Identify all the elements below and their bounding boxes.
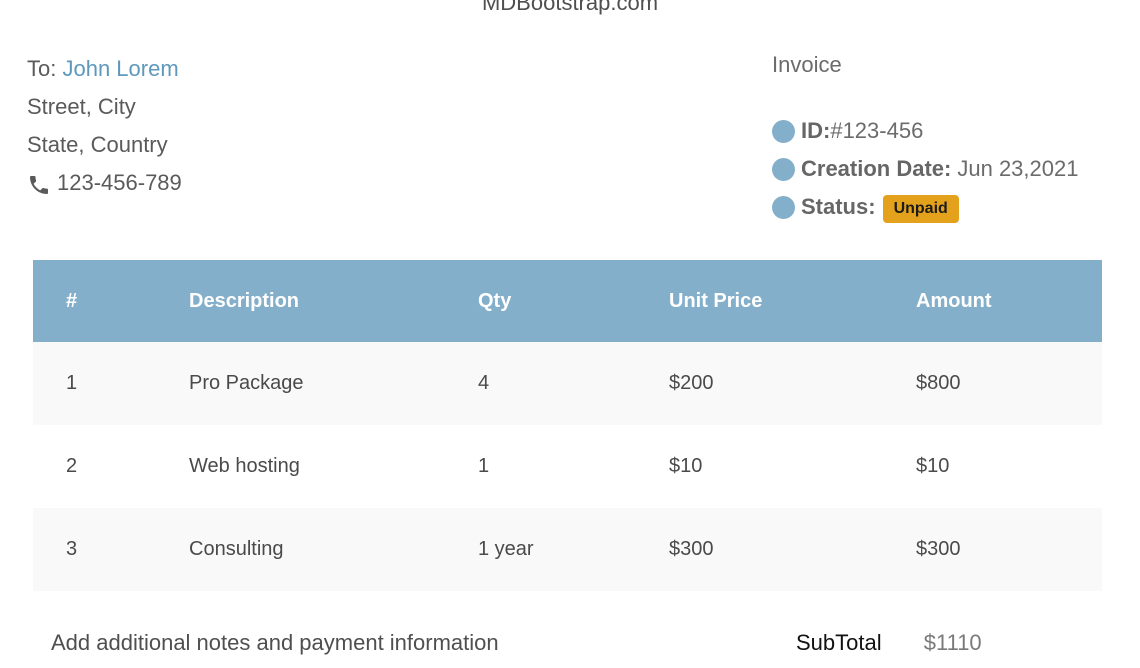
table-header-row: # Description Qty Unit Price Amount: [33, 260, 1102, 342]
table-row: 2 Web hosting 1 $10 $10: [33, 425, 1102, 508]
invoice-status-row: Status: Unpaid: [772, 188, 1078, 226]
cell-qty: 1 year: [478, 538, 534, 560]
invoice-items-table: # Description Qty Unit Price Amount 1 Pr…: [33, 260, 1102, 591]
header-description: Description: [189, 289, 300, 312]
recipient-phone-row: 123-456-789: [27, 164, 182, 202]
invoice-status-label: Status:: [801, 194, 876, 219]
cell-amount: $800: [916, 372, 961, 394]
cell-number: 2: [66, 455, 78, 477]
invoice-info-block: Invoice ID: #123-456 Creation Date: Jun …: [772, 50, 1078, 226]
cell-description: Consulting: [189, 538, 284, 560]
invoice-date-value: Jun 23,2021: [957, 156, 1079, 181]
invoice-date-row: Creation Date: Jun 23,2021: [772, 150, 1078, 188]
recipient-phone: 123-456-789: [57, 170, 182, 195]
cell-number: 1: [66, 372, 78, 394]
bullet-circle-icon: [772, 119, 795, 143]
invoice-id-row: ID: #123-456: [772, 112, 1078, 150]
cell-unit-price: $300: [669, 538, 714, 560]
cell-qty: 4: [478, 372, 490, 394]
table-row: 3 Consulting 1 year $300 $300: [33, 508, 1102, 591]
header-number: #: [66, 289, 78, 312]
cell-number: 3: [66, 538, 78, 560]
header-amount: Amount: [916, 289, 992, 312]
subtotal-value: $1110: [923, 630, 982, 655]
bill-to-block: To: John Lorem Street, City State, Count…: [27, 50, 182, 202]
recipient-name: John Lorem: [62, 56, 179, 81]
recipient-row: To: John Lorem: [27, 50, 182, 88]
cell-unit-price: $200: [669, 372, 714, 394]
bullet-circle-icon: [772, 157, 795, 181]
phone-icon: [27, 171, 51, 195]
table-row: 1 Pro Package 4 $200 $800: [33, 342, 1102, 425]
payment-notes: Add additional notes and payment informa…: [51, 630, 499, 655]
header-qty: Qty: [478, 289, 512, 312]
bullet-circle-icon: [772, 195, 795, 219]
invoice-date-label: Creation Date:: [801, 156, 952, 181]
status-badge: Unpaid: [882, 195, 959, 223]
invoice-id-value: #123-456: [830, 118, 924, 143]
cell-description: Pro Package: [189, 372, 304, 394]
invoice-id-label: ID:: [801, 118, 831, 143]
site-title: MDBootstrap.com: [481, 0, 659, 15]
cell-unit-price: $10: [669, 455, 703, 477]
header-unit-price: Unit Price: [669, 289, 763, 312]
recipient-street: Street, City: [27, 94, 136, 119]
subtotal-row: SubTotal $1110: [796, 630, 982, 656]
cell-amount: $10: [916, 455, 950, 477]
table-header: # Description Qty Unit Price Amount: [33, 260, 1102, 342]
invoice-heading: Invoice: [772, 52, 842, 77]
table-body: 1 Pro Package 4 $200 $800 2 Web hosting …: [33, 342, 1102, 591]
cell-amount: $300: [916, 538, 961, 560]
cell-description: Web hosting: [189, 455, 300, 477]
recipient-prefix: To:: [27, 56, 57, 81]
subtotal-label: SubTotal: [796, 630, 882, 655]
recipient-region: State, Country: [27, 132, 168, 157]
cell-qty: 1: [478, 455, 490, 477]
